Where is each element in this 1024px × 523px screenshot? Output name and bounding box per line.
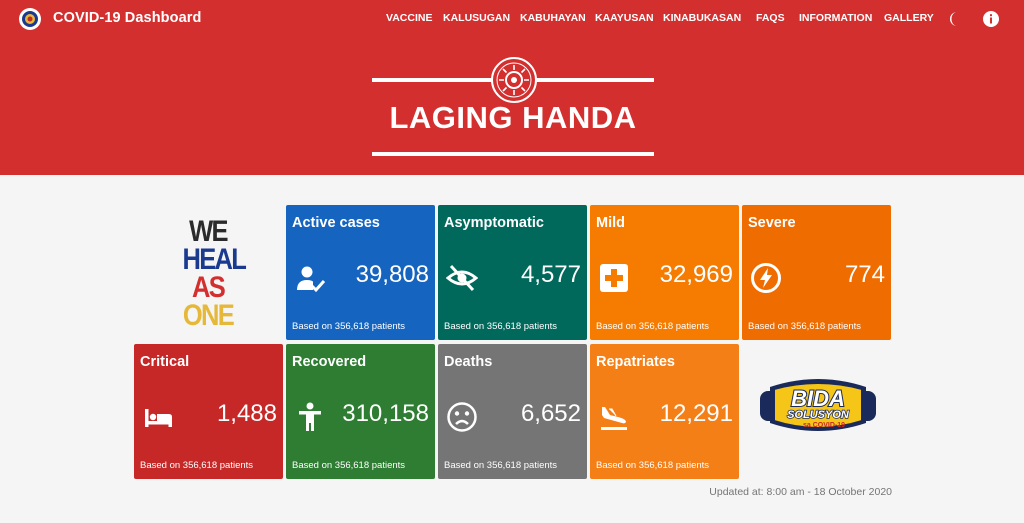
nav-link-kaayusan[interactable]: KAAYUSAN	[595, 12, 654, 24]
nav-link-vaccine[interactable]: VACCINE	[386, 12, 432, 24]
header-banner: COVID-19 Dashboard VACCINE KALUSUGAN KABUH…	[0, 0, 1024, 175]
airplane-landing-icon	[601, 407, 627, 430]
stat-card-severe[interactable]: Severe 774 Based on 356,618 patients	[742, 205, 891, 340]
nav-link-kalusugan[interactable]: KALUSUGAN	[443, 12, 510, 24]
stat-card-critical[interactable]: Critical 1,488 Based on 356,618 patients	[134, 344, 283, 479]
slogan-line-heal: HEAL	[182, 243, 247, 276]
card-value: 6,652	[520, 400, 581, 427]
bida-line3: sa COVID-19	[803, 422, 845, 429]
seal-logo-icon[interactable]	[18, 7, 42, 31]
eye-off-icon	[446, 264, 478, 292]
dark-mode-icon[interactable]	[946, 10, 964, 28]
updated-timestamp: Updated at: 8:00 am - 18 October 2020	[709, 486, 892, 498]
card-note: Based on 356,618 patients	[140, 460, 254, 471]
person-check-icon	[297, 266, 326, 293]
stat-card-active-cases[interactable]: Active cases 39,808 Based on 356,618 patie…	[286, 205, 435, 340]
medical-cross-icon	[600, 264, 628, 292]
stat-card-recovered[interactable]: Recovered 310,158 Based on 356,618 patient…	[286, 344, 435, 479]
card-value: 32,969	[659, 261, 733, 288]
info-icon[interactable]	[982, 10, 1000, 28]
slogan-line-we: WE	[189, 215, 228, 248]
card-note: Based on 356,618 patients	[596, 321, 710, 332]
slogan-line-as: AS	[191, 271, 226, 304]
stat-card-asymptomatic[interactable]: Asymptomatic 4,577 Based on 356,618 patien…	[438, 205, 587, 340]
stat-card-deaths[interactable]: Deaths 6,652 Based on 356,618 patients	[438, 344, 587, 479]
card-title: Active cases	[292, 215, 380, 231]
card-value: 1,488	[216, 400, 277, 427]
nav-link-kinabukasan[interactable]: KINABUKASAN	[663, 12, 741, 24]
stat-card-repatriates[interactable]: Repatriates 12,291 Based on 356,618 patien…	[590, 344, 739, 479]
card-title: Deaths	[444, 354, 493, 370]
top-nav: COVID-19 Dashboard VACCINE KALUSUGAN KABUH…	[0, 0, 1024, 38]
card-note: Based on 356,618 patients	[444, 460, 558, 471]
nav-link-information[interactable]: INFORMATION	[799, 12, 872, 24]
nav-link-gallery[interactable]: GALLERY	[884, 12, 934, 24]
card-note: Based on 356,618 patients	[292, 460, 406, 471]
hospital-bed-icon	[145, 409, 172, 427]
banner-seal-icon	[491, 57, 537, 103]
sad-face-icon	[447, 402, 477, 432]
person-standing-icon	[299, 402, 321, 431]
card-title: Repatriates	[596, 354, 675, 370]
card-value: 310,158	[342, 400, 429, 427]
bida-line1: BIDA	[791, 386, 845, 411]
card-value: 39,808	[355, 261, 429, 288]
card-note: Based on 356,618 patients	[444, 321, 558, 332]
nav-link-faqs[interactable]: FAQS	[756, 12, 785, 24]
card-title: Recovered	[292, 354, 367, 370]
card-title: Severe	[748, 215, 796, 231]
card-title: Mild	[596, 215, 625, 231]
card-value: 774	[844, 261, 885, 288]
card-value: 12,291	[659, 400, 733, 427]
banner-bottom-line	[372, 152, 654, 156]
we-heal-as-one-logo: WE HEAL AS ONE	[178, 215, 247, 332]
slogan-line-one: ONE	[182, 299, 235, 332]
stat-card-mild[interactable]: Mild 32,969 Based on 356,618 patients	[590, 205, 739, 340]
app-title[interactable]: COVID-19 Dashboard	[53, 10, 201, 26]
card-title: Critical	[140, 354, 190, 370]
card-value: 4,577	[520, 261, 581, 288]
card-title: Asymptomatic	[444, 215, 544, 231]
nav-link-kabuhayan[interactable]: KABUHAYAN	[520, 12, 586, 24]
bida-line2: SOLUSYON	[787, 409, 850, 421]
lightning-icon	[751, 263, 781, 293]
card-note: Based on 356,618 patients	[596, 460, 710, 471]
card-note: Based on 356,618 patients	[292, 321, 406, 332]
card-note: Based on 356,618 patients	[748, 321, 862, 332]
banner-title: LAGING HANDA	[389, 100, 637, 135]
bida-solusyon-logo: BIDA SOLUSYON sa COVID-19	[760, 379, 876, 431]
